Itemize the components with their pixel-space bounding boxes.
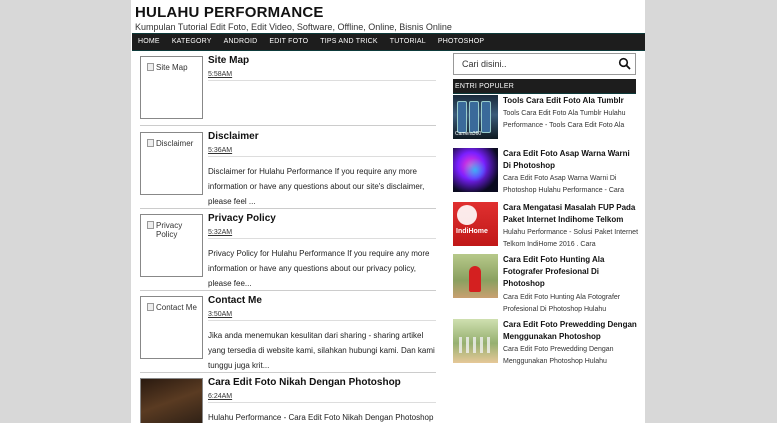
- post-thumbnail[interactable]: Contact Me: [140, 296, 203, 359]
- person-image-icon: [469, 266, 481, 292]
- post-time[interactable]: 3:50AM: [208, 311, 232, 318]
- post-title[interactable]: Contact Me: [208, 295, 262, 306]
- search-box: [453, 53, 636, 75]
- popular-post-snippet: Tools Cara Edit Foto Ala Tumblr Hulahu P…: [503, 110, 626, 129]
- sidebar: ENTRI POPULER Camera360 Tools Cara Edit …: [453, 53, 638, 365]
- thumbnail-alt-text: Privacy Policy: [156, 221, 183, 239]
- main-nav: HOME KATEGORY ANDROID EDIT FOTO TIPS AND…: [132, 33, 645, 51]
- search-icon[interactable]: [618, 57, 632, 71]
- smoke-image-icon: [461, 156, 489, 184]
- page-container: HULAHU PERFORMANCE Kumpulan Tutorial Edi…: [131, 0, 645, 423]
- site-header: HULAHU PERFORMANCE Kumpulan Tutorial Edi…: [131, 0, 645, 33]
- site-description: Kumpulan Tutorial Edit Foto, Edit Video,…: [135, 22, 452, 32]
- post-divider: [140, 208, 436, 209]
- popular-post-thumbnail[interactable]: [453, 148, 498, 192]
- popular-post-thumbnail[interactable]: [453, 319, 498, 363]
- popular-post-title[interactable]: Cara Edit Foto Asap Warna Warni Di Photo…: [503, 148, 638, 172]
- thumbnail-alt-text: Contact Me: [156, 303, 197, 312]
- popular-post-title[interactable]: Cara Edit Foto Prewedding Dengan Menggun…: [503, 319, 638, 343]
- search-input[interactable]: [458, 57, 608, 71]
- post-snippet: Disclaimer for Hulahu Performance If you…: [208, 167, 425, 206]
- phone-image-icon: [457, 101, 467, 133]
- post-title[interactable]: Privacy Policy: [208, 213, 276, 224]
- nav-kategory[interactable]: KATEGORY: [166, 34, 218, 50]
- broken-image-icon: [147, 63, 154, 71]
- post-divider: [140, 290, 436, 291]
- popular-post-snippet: Cara Edit Foto Asap Warna Warni Di Photo…: [503, 175, 625, 194]
- nav-android[interactable]: ANDROID: [218, 34, 264, 50]
- post-time[interactable]: 6:24AM: [208, 393, 232, 400]
- post-meta: 3:50AM: [208, 311, 436, 321]
- nav-edit-foto[interactable]: EDIT FOTO: [263, 34, 314, 50]
- post-title[interactable]: Site Map: [208, 55, 249, 66]
- popular-post-thumbnail[interactable]: [453, 254, 498, 298]
- post-snippet: Hulahu Performance - Cara Edit Foto Nika…: [208, 413, 434, 422]
- thumbnail-caption: IndiHome: [456, 228, 488, 235]
- broken-image-icon: [147, 221, 154, 229]
- post-thumbnail[interactable]: [140, 378, 203, 423]
- popular-post-snippet: Cara Edit Foto Prewedding Dengan Menggun…: [503, 346, 614, 365]
- popular-posts-title: ENTRI POPULER: [453, 79, 636, 94]
- broken-image-icon: [147, 303, 154, 311]
- post-meta: 5:58AM: [208, 71, 436, 81]
- post-meta: 5:36AM: [208, 147, 436, 157]
- popular-post-snippet: Hulahu Performance - Solusi Paket Intern…: [503, 229, 639, 248]
- popular-post-thumbnail[interactable]: Camera360: [453, 95, 498, 139]
- post-title[interactable]: Cara Edit Foto Nikah Dengan Photoshop: [208, 377, 401, 388]
- post-thumbnail[interactable]: Site Map: [140, 56, 203, 119]
- phone-image-icon: [469, 101, 479, 133]
- thumbnail-caption: Camera360: [455, 131, 482, 137]
- nav-tutorial[interactable]: TUTORIAL: [384, 34, 432, 50]
- phone-image-icon: [481, 101, 491, 133]
- popular-post-thumbnail[interactable]: IndiHome: [453, 202, 498, 246]
- post-thumbnail[interactable]: Privacy Policy: [140, 214, 203, 277]
- nav-home[interactable]: HOME: [132, 34, 166, 50]
- broken-image-icon: [147, 139, 154, 147]
- nav-tips-and-trick[interactable]: TIPS AND TRICK: [314, 34, 384, 50]
- post-time[interactable]: 5:32AM: [208, 229, 232, 236]
- post-title[interactable]: Disclaimer: [208, 131, 259, 142]
- popular-post-title[interactable]: Cara Mengatasi Masalah FUP Pada Paket In…: [503, 202, 638, 226]
- post-time[interactable]: 5:58AM: [208, 71, 232, 78]
- popular-post-title[interactable]: Tools Cara Edit Foto Ala Tumblr: [503, 95, 638, 107]
- popular-post-title[interactable]: Cara Edit Foto Hunting Ala Fotografer Pr…: [503, 254, 638, 290]
- nav-photoshop[interactable]: PHOTOSHOP: [432, 34, 490, 50]
- post-divider: [140, 372, 436, 373]
- indihome-logo-icon: [457, 205, 477, 225]
- site-title[interactable]: HULAHU PERFORMANCE: [135, 4, 645, 21]
- popular-post-snippet: Cara Edit Foto Hunting Ala Fotografer Pr…: [503, 294, 621, 313]
- post-thumbnail[interactable]: Disclaimer: [140, 132, 203, 195]
- post-snippet: Privacy Policy for Hulahu Performance If…: [208, 249, 430, 288]
- post-snippet: Jika anda menemukan kesulitan dari shari…: [208, 331, 435, 370]
- thumbnail-alt-text: Site Map: [156, 63, 188, 72]
- post-meta: 5:32AM: [208, 229, 436, 239]
- thumbnail-alt-text: Disclaimer: [156, 139, 194, 148]
- post-time[interactable]: 5:36AM: [208, 147, 232, 154]
- post-meta: 6:24AM: [208, 393, 436, 403]
- group-image-icon: [459, 337, 491, 353]
- post-divider: [140, 125, 436, 126]
